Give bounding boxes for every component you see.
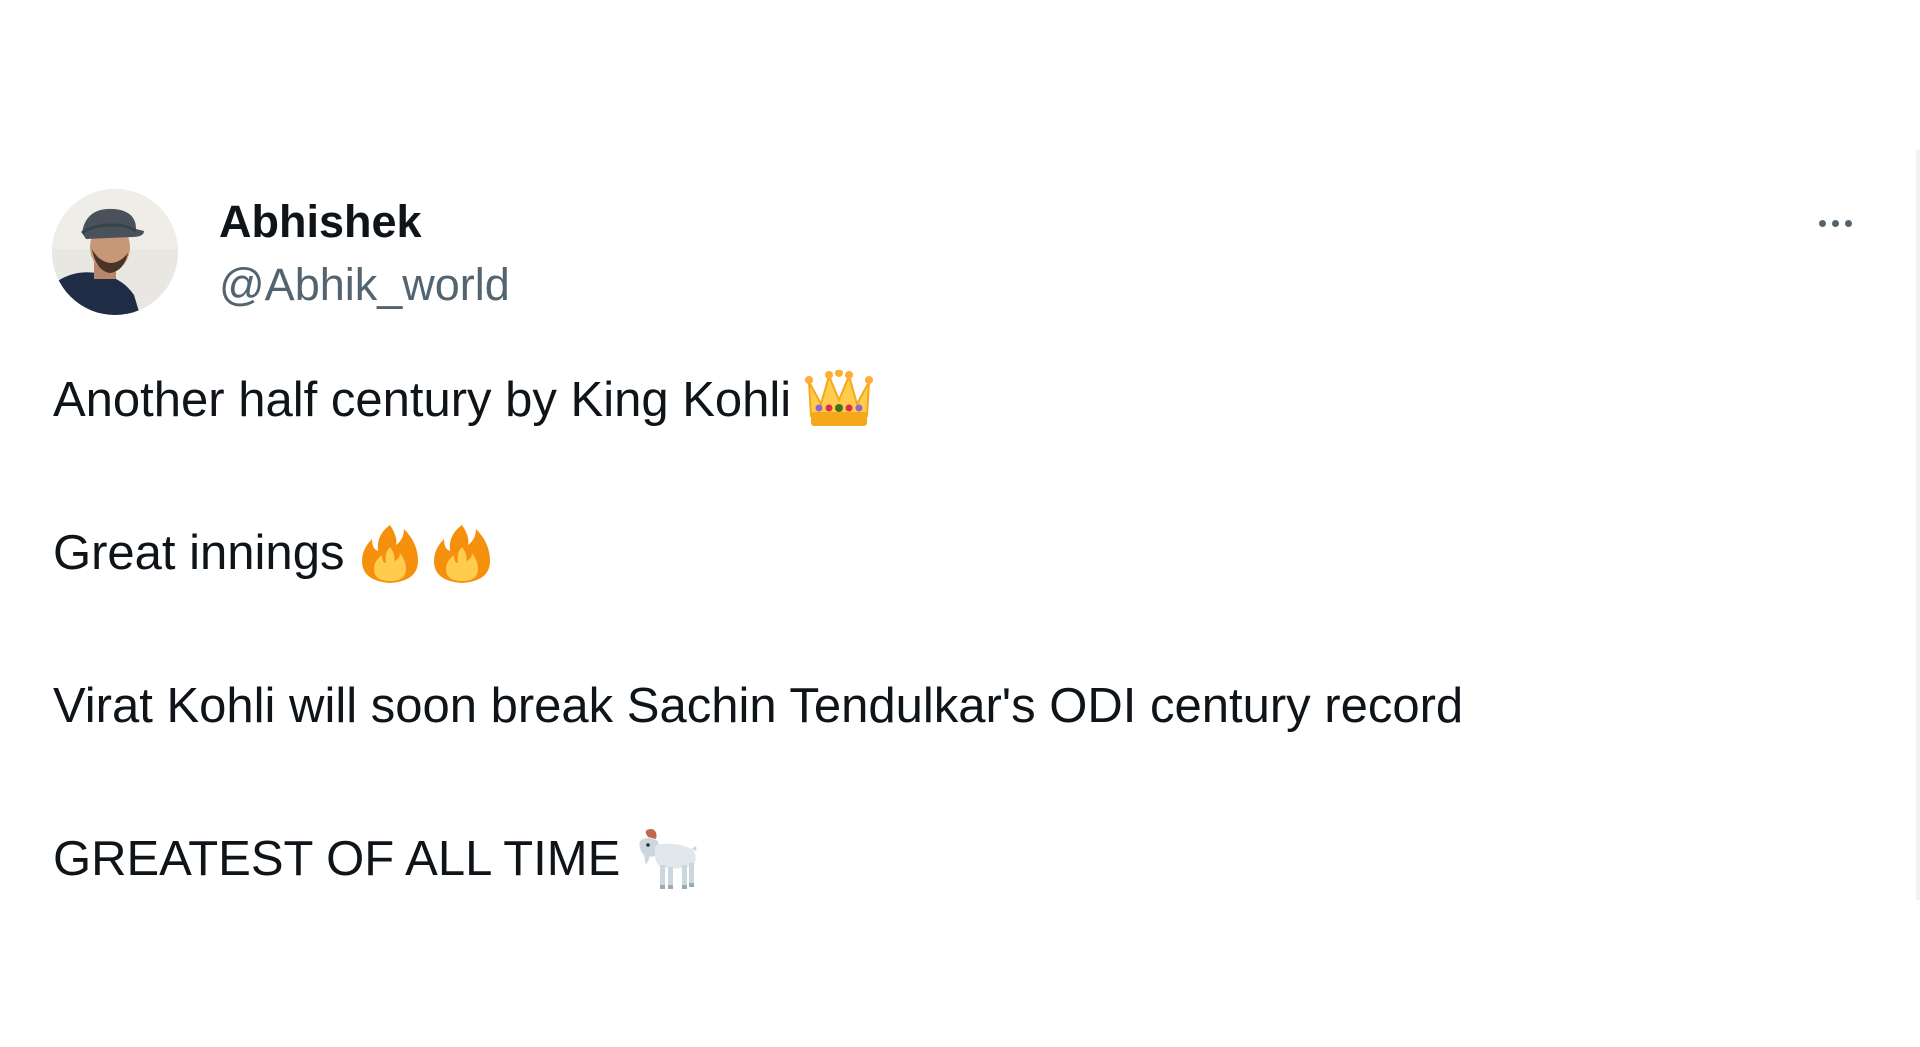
avatar-photo-icon [52, 189, 178, 315]
tweet-card[interactable]: Abhishek @Abhik_world Another half centu… [0, 0, 1916, 1047]
tweet-line-text: Great innings [53, 526, 345, 580]
tweet-line: GREATEST OF ALL TIME [53, 829, 1873, 889]
fire-emoji-icon [430, 521, 494, 585]
author-avatar[interactable] [52, 189, 178, 315]
tweet-line: Another half century by King Kohli [53, 370, 1873, 430]
tweet-line: Virat Kohli will soon break Sachin Tendu… [53, 676, 1873, 736]
tweet-page: Abhishek @Abhik_world Another half centu… [0, 0, 1920, 1047]
more-horizontal-icon [1818, 219, 1826, 227]
crown-emoji-icon [805, 370, 874, 430]
goat-emoji-icon [634, 827, 700, 891]
more-horizontal-icon [1831, 219, 1839, 227]
author-display-name[interactable]: Abhishek [219, 196, 422, 248]
tweet-line: Great innings [53, 523, 1873, 583]
tweet-line-text: GREATEST OF ALL TIME [53, 832, 621, 886]
fire-emoji-icon [358, 521, 422, 585]
author-handle[interactable]: @Abhik_world [219, 259, 510, 311]
timeline-border [1916, 150, 1920, 900]
tweet-line-text: Virat Kohli will soon break Sachin Tendu… [53, 679, 1464, 733]
tweet-line-text: Another half century by King Kohli [53, 373, 792, 427]
more-options-button[interactable] [1800, 200, 1870, 246]
more-horizontal-icon [1844, 219, 1852, 227]
tweet-text: Another half century by King Kohli Great… [53, 370, 1873, 889]
